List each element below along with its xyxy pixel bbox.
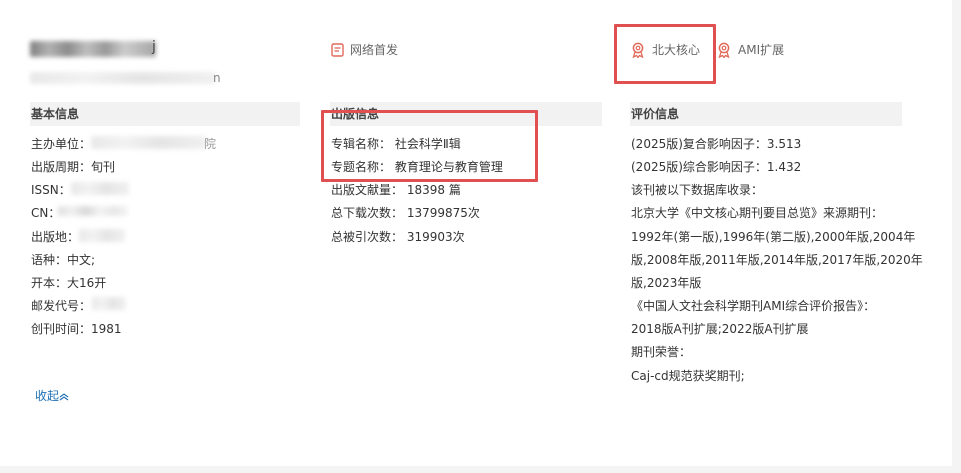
format-label: 开本： xyxy=(31,276,68,290)
evaluation-line: 版,2008年版,2011年版,2014年版,2017年版,2020年 xyxy=(631,253,923,267)
period-label: 出版周期： xyxy=(31,160,92,174)
founded-row: 创刊时间：1981 xyxy=(31,320,122,337)
citations-row: 总被引次数： 319903次 xyxy=(331,228,465,245)
highlight-box-pku-core xyxy=(614,24,716,84)
issn-label: ISSN： xyxy=(31,183,71,197)
place-redacted xyxy=(79,229,125,242)
downloads-value: 13799875次 xyxy=(406,206,480,220)
postal-label: 邮发代号： xyxy=(31,299,92,313)
language-row: 语种：中文; xyxy=(31,251,95,268)
founded-value: 1981 xyxy=(91,322,122,336)
citations-label: 总被引次数： xyxy=(331,230,404,244)
articles-value: 18398 篇 xyxy=(406,183,461,197)
sponsor-label: 主办单位： xyxy=(31,137,92,151)
evaluation-line: Caj-cd规范获奖期刊; xyxy=(631,369,745,383)
founded-label: 创刊时间： xyxy=(31,322,92,336)
postal-redacted xyxy=(92,297,126,310)
citations-value: 319903次 xyxy=(406,230,465,244)
evaluation-line: (2025版)复合影响因子：3.513 xyxy=(631,137,802,151)
downloads-label: 总下载次数： xyxy=(331,206,404,220)
period-value: 旬刊 xyxy=(91,160,116,174)
award-icon xyxy=(718,42,730,58)
journal-title-tail: j xyxy=(152,39,156,55)
place-row: 出版地： xyxy=(31,228,79,245)
journal-title-redacted xyxy=(30,41,156,57)
language-value: 中文; xyxy=(67,253,96,267)
sponsor-row: 主办单位： xyxy=(31,135,91,152)
highlight-box-publication xyxy=(321,110,538,182)
journal-subtitle-redacted xyxy=(30,72,216,84)
articles-row: 出版文献量： 18398 篇 xyxy=(331,181,461,198)
double-chevron-up-icon xyxy=(59,393,69,401)
format-row: 开本：大16开 xyxy=(31,274,106,291)
collapse-link[interactable]: 收起 xyxy=(35,387,69,404)
place-label: 出版地： xyxy=(31,230,80,244)
collapse-label: 收起 xyxy=(35,389,60,403)
issn-redacted xyxy=(71,182,129,195)
evaluation-line: 期刊荣誉： xyxy=(631,345,692,359)
cn-redacted xyxy=(58,206,128,216)
evaluation-line: 北京大学《中文核心期刊要目总览》来源期刊： xyxy=(631,206,884,220)
evaluation-line: 版,2023年版 xyxy=(631,276,702,290)
badge-online-first[interactable]: 网络首发 xyxy=(331,41,398,58)
evaluation-info-heading: 评价信息 xyxy=(630,102,902,126)
document-icon xyxy=(331,42,344,57)
evaluation-line: 2018版A刊扩展;2022版A刊扩展 xyxy=(631,322,809,336)
language-label: 语种： xyxy=(31,253,68,267)
articles-label: 出版文献量： xyxy=(331,183,404,197)
journal-subtitle-tail: n xyxy=(213,71,221,85)
cn-row: CN： xyxy=(31,204,60,221)
evaluation-line: 该刊被以下数据库收录： xyxy=(631,183,764,197)
evaluation-line: 《中国人文社会科学期刊AMI综合评价报告》： xyxy=(631,299,876,313)
journal-info-card: j n 网络首发 北大核心 AMI扩展 基本信息 主办单位： 院 出版周期：旬刊… xyxy=(0,0,952,466)
evaluation-line: (2025版)综合影响因子：1.432 xyxy=(631,160,802,174)
postal-row: 邮发代号： xyxy=(31,297,91,314)
downloads-row: 总下载次数： 13799875次 xyxy=(331,204,480,221)
format-value: 大16开 xyxy=(67,276,107,290)
evaluation-line: 1992年(第一版),1996年(第二版),2000年版,2004年 xyxy=(631,230,916,244)
badge-ami-extended[interactable]: AMI扩展 xyxy=(716,41,784,58)
issn-row: ISSN： xyxy=(31,181,71,198)
badge-label: AMI扩展 xyxy=(738,43,785,57)
badge-label: 网络首发 xyxy=(350,43,399,57)
sponsor-redacted xyxy=(91,136,206,149)
cn-label: CN： xyxy=(31,206,61,220)
basic-info-heading: 基本信息 xyxy=(30,102,300,126)
sponsor-tail: 院 xyxy=(204,137,217,151)
period-row: 出版周期：旬刊 xyxy=(31,158,115,175)
